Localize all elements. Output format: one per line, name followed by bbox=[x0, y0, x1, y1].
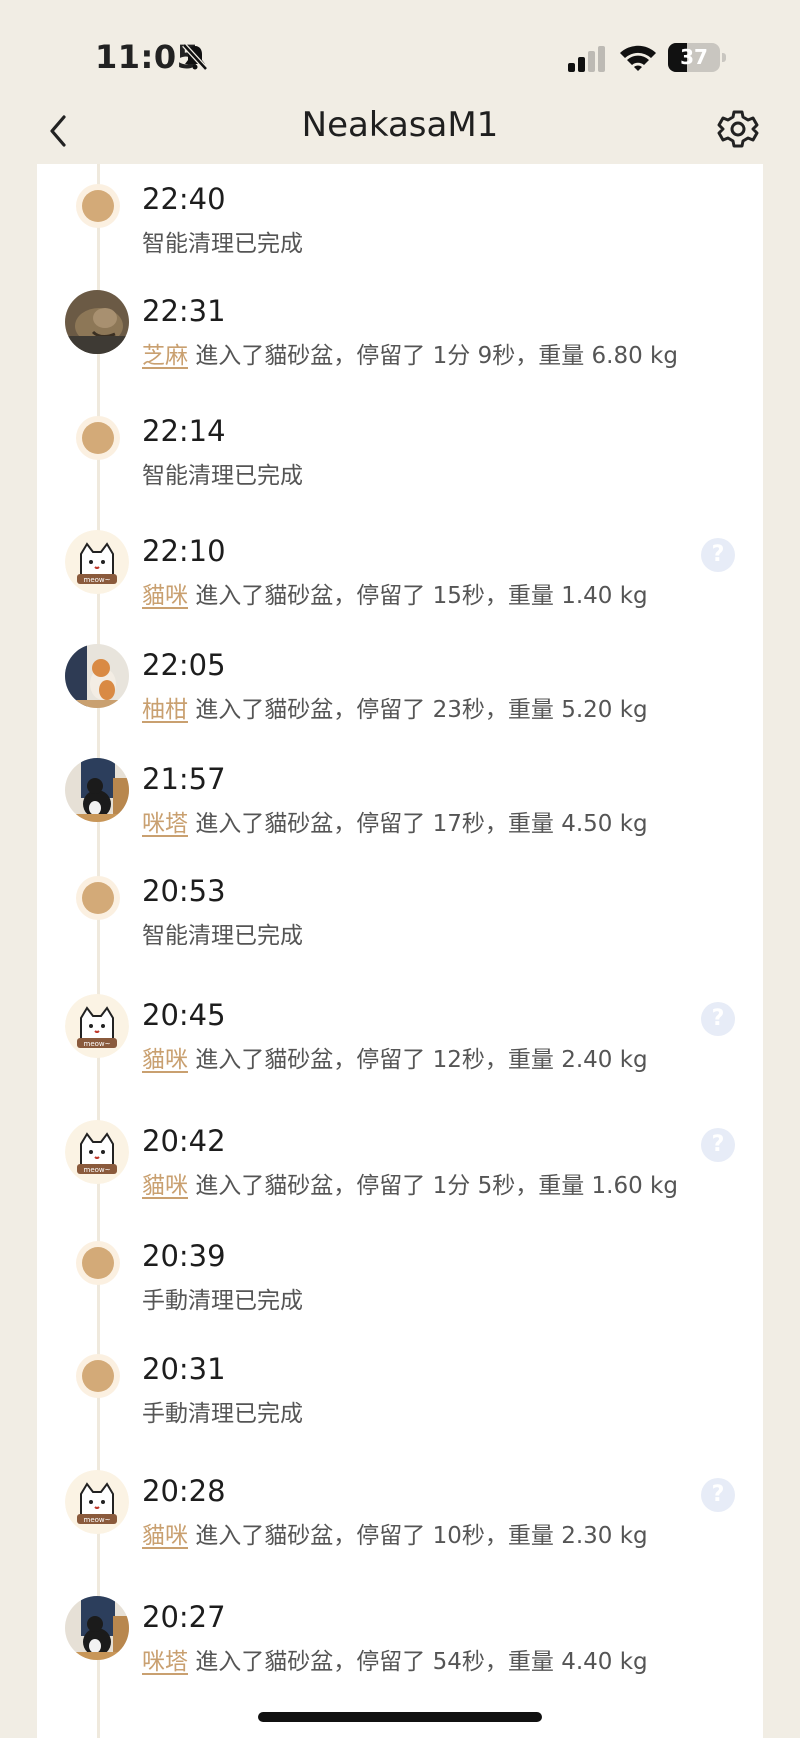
home-indicator bbox=[258, 1712, 542, 1722]
entry-message: 芝麻 進入了貓砂盆，停留了 1分 9秒，重量 6.80 kg bbox=[142, 343, 678, 369]
entry-time: 22:05 bbox=[142, 648, 226, 682]
battery-indicator: 37 bbox=[668, 43, 726, 72]
cat-name-link[interactable]: 貓咪 bbox=[142, 1523, 188, 1549]
log-entry-clean[interactable]: 20:53 智能清理已完成 bbox=[37, 864, 763, 974]
meow-cat-avatar[interactable]: meow~ bbox=[65, 530, 129, 594]
log-entry-clean[interactable]: 22:40 智能清理已完成 bbox=[37, 172, 763, 282]
cat-name-link[interactable]: 貓咪 bbox=[142, 583, 188, 609]
log-entry-clean[interactable]: 20:31 手動清理已完成 bbox=[37, 1342, 763, 1452]
svg-text:meow~: meow~ bbox=[84, 576, 111, 584]
entry-time: 20:45 bbox=[142, 998, 226, 1032]
cat-photo-avatar[interactable] bbox=[65, 290, 129, 354]
entry-time: 20:53 bbox=[142, 874, 226, 908]
entry-time: 20:31 bbox=[142, 1352, 226, 1386]
svg-text:meow~: meow~ bbox=[84, 1040, 111, 1048]
entry-time: 22:10 bbox=[142, 534, 226, 568]
svg-text:meow~: meow~ bbox=[84, 1166, 111, 1174]
litter-box-icon bbox=[76, 184, 120, 228]
gear-icon[interactable] bbox=[716, 104, 760, 154]
entry-message: 貓咪 進入了貓砂盆，停留了 1分 5秒，重量 1.60 kg bbox=[142, 1173, 678, 1199]
log-entry-cat[interactable]: 22:31 芝麻 進入了貓砂盆，停留了 1分 9秒，重量 6.80 kg bbox=[37, 284, 763, 394]
entry-message: 貓咪 進入了貓砂盆，停留了 10秒，重量 2.30 kg bbox=[142, 1523, 648, 1549]
litter-box-icon bbox=[76, 1241, 120, 1285]
bell-mute-icon bbox=[182, 43, 208, 71]
question-icon[interactable]: ? bbox=[701, 1128, 735, 1162]
entry-time: 20:42 bbox=[142, 1124, 226, 1158]
question-icon[interactable]: ? bbox=[701, 1002, 735, 1036]
question-icon[interactable]: ? bbox=[701, 1478, 735, 1512]
cat-name-link[interactable]: 芝麻 bbox=[142, 343, 188, 369]
entry-message: 手動清理已完成 bbox=[142, 1401, 303, 1427]
cellular-signal-icon bbox=[568, 46, 605, 72]
entry-time: 22:40 bbox=[142, 182, 226, 216]
entry-message: 咪塔 進入了貓砂盆，停留了 17秒，重量 4.50 kg bbox=[142, 811, 648, 837]
meow-cat-avatar[interactable]: meow~ bbox=[65, 1120, 129, 1184]
log-entry-clean[interactable]: 22:14 智能清理已完成 bbox=[37, 404, 763, 514]
log-entry-cat[interactable]: meow~ 20:28 貓咪 進入了貓砂盆，停留了 10秒，重量 2.30 kg… bbox=[37, 1464, 763, 1574]
log-entry-cat[interactable]: meow~ 22:10 貓咪 進入了貓砂盆，停留了 15秒，重量 1.40 kg… bbox=[37, 524, 763, 634]
entry-message: 智能清理已完成 bbox=[142, 923, 303, 949]
entry-message: 咪塔 進入了貓砂盆，停留了 54秒，重量 4.40 kg bbox=[142, 1649, 648, 1675]
entry-message: 智能清理已完成 bbox=[142, 463, 303, 489]
back-chevron-icon[interactable] bbox=[40, 108, 80, 154]
litter-box-icon bbox=[76, 876, 120, 920]
entry-time: 22:14 bbox=[142, 414, 226, 448]
cat-name-link[interactable]: 咪塔 bbox=[142, 811, 188, 837]
cat-name-link[interactable]: 貓咪 bbox=[142, 1047, 188, 1073]
entry-message: 貓咪 進入了貓砂盆，停留了 15秒，重量 1.40 kg bbox=[142, 583, 648, 609]
meow-cat-avatar[interactable]: meow~ bbox=[65, 1470, 129, 1534]
cat-name-link[interactable]: 柚柑 bbox=[142, 697, 188, 723]
entry-time: 20:28 bbox=[142, 1474, 226, 1508]
log-entry-cat[interactable]: meow~ 20:42 貓咪 進入了貓砂盆，停留了 1分 5秒，重量 1.60 … bbox=[37, 1114, 763, 1224]
log-entry-cat[interactable]: 22:05 柚柑 進入了貓砂盆，停留了 23秒，重量 5.20 kg bbox=[37, 638, 763, 748]
entry-time: 20:39 bbox=[142, 1239, 226, 1273]
entry-message: 柚柑 進入了貓砂盆，停留了 23秒，重量 5.20 kg bbox=[142, 697, 648, 723]
svg-text:meow~: meow~ bbox=[84, 1516, 111, 1524]
navigation-bar: NeakasaM1 bbox=[0, 100, 800, 164]
log-entry-cat[interactable]: 21:57 咪塔 進入了貓砂盆，停留了 17秒，重量 4.50 kg bbox=[37, 752, 763, 862]
log-entry-cat[interactable]: meow~ 20:45 貓咪 進入了貓砂盆，停留了 12秒，重量 2.40 kg… bbox=[37, 988, 763, 1098]
cat-photo-avatar[interactable] bbox=[65, 1596, 129, 1660]
cat-name-link[interactable]: 貓咪 bbox=[142, 1173, 188, 1199]
cat-photo-avatar[interactable] bbox=[65, 758, 129, 822]
page-title: NeakasaM1 bbox=[301, 105, 499, 145]
log-entry-clean[interactable]: 20:39 手動清理已完成 bbox=[37, 1229, 763, 1339]
meow-cat-avatar[interactable]: meow~ bbox=[65, 994, 129, 1058]
activity-log-card: 22:40 智能清理已完成 22:31 芝麻 進入了貓砂盆，停留了 1分 9秒，… bbox=[37, 164, 763, 1738]
entry-message: 貓咪 進入了貓砂盆，停留了 12秒，重量 2.40 kg bbox=[142, 1047, 648, 1073]
cat-name-link[interactable]: 咪塔 bbox=[142, 1649, 188, 1675]
litter-box-icon bbox=[76, 1354, 120, 1398]
status-bar: 11:05 37 bbox=[0, 0, 800, 100]
battery-level-text: 37 bbox=[680, 45, 708, 69]
entry-time: 20:27 bbox=[142, 1600, 226, 1634]
question-icon[interactable]: ? bbox=[701, 538, 735, 572]
litter-box-icon bbox=[76, 416, 120, 460]
wifi-icon bbox=[620, 45, 656, 71]
log-entry-cat[interactable]: 20:27 咪塔 進入了貓砂盆，停留了 54秒，重量 4.40 kg bbox=[37, 1590, 763, 1700]
cat-photo-avatar[interactable] bbox=[65, 644, 129, 708]
entry-message: 手動清理已完成 bbox=[142, 1288, 303, 1314]
entry-message: 智能清理已完成 bbox=[142, 231, 303, 257]
entry-time: 21:57 bbox=[142, 762, 226, 796]
entry-time: 22:31 bbox=[142, 294, 226, 328]
